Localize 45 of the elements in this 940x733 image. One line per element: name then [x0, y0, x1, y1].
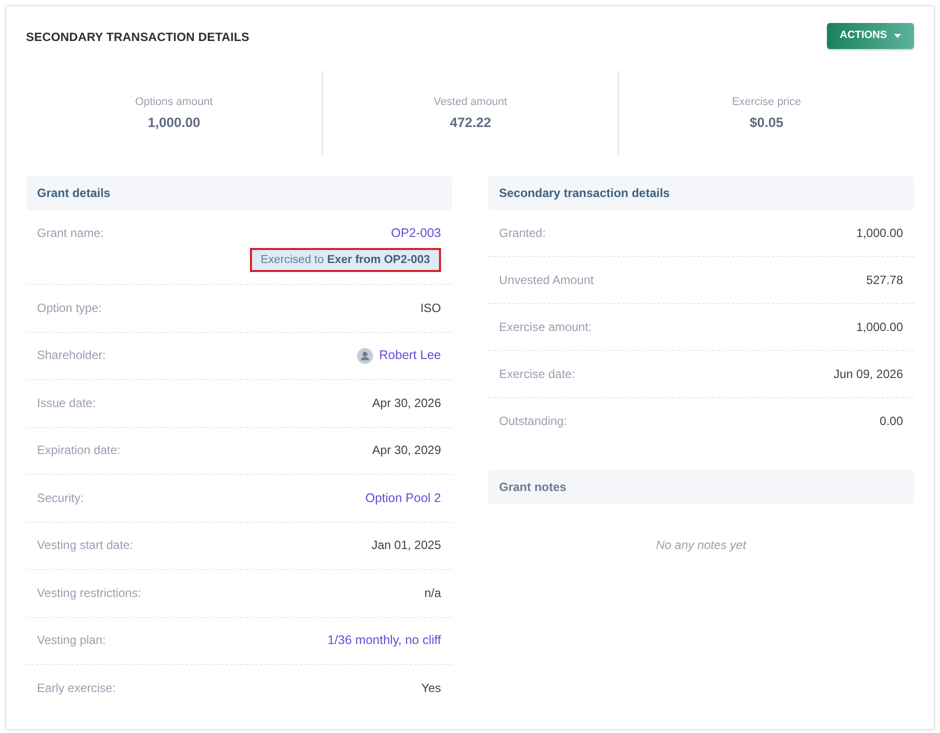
stat-label: Options amount: [135, 94, 213, 108]
field-value: Apr 30, 2029: [372, 443, 441, 458]
field-label: Unvested Amount: [499, 272, 594, 288]
empty-notes-message: No any notes yet: [656, 538, 746, 552]
section-header: Grant notes: [488, 470, 914, 504]
field-value: Yes: [421, 681, 441, 696]
value-link[interactable]: Option Pool 2: [365, 490, 441, 506]
field-value: 527.78: [866, 272, 903, 288]
field-label: Issue date:: [37, 396, 96, 411]
field-value: Jun 09, 2026: [834, 366, 903, 382]
value-link[interactable]: 1/36 monthly, no cliff: [328, 633, 441, 648]
field-label: Outstanding:: [499, 414, 568, 429]
field-value: 1,000.00: [856, 320, 903, 334]
stat-value: $0.05: [750, 114, 784, 130]
exercise-note-tag: Exercised to Exer from OP2-003: [250, 248, 441, 272]
field-label: Grant name:: [37, 226, 104, 241]
field-value: Jan 01, 2025: [372, 538, 441, 554]
field-label: Exercise amount:: [499, 320, 592, 334]
field-label: Exercise date:: [499, 366, 576, 382]
field-value: Apr 30, 2026: [372, 396, 441, 411]
field-label: Early exercise:: [37, 681, 116, 696]
avatar-icon: [357, 348, 374, 364]
actions-button[interactable]: ACTIONS: [826, 23, 914, 49]
stat-label: Vested amount: [434, 94, 508, 108]
field-label: Vesting restrictions:: [37, 586, 142, 601]
value-link[interactable]: OP2-003: [390, 226, 441, 241]
stat-value: 1,000.00: [148, 114, 200, 130]
stat-value: 472.22: [450, 114, 492, 130]
page-title: SECONDARY TRANSACTION DETAILS: [26, 29, 250, 45]
section-header: Secondary transaction details: [488, 176, 914, 210]
field-label: Vesting start date:: [37, 538, 134, 554]
caret-icon: [894, 34, 901, 38]
stat-label: Exercise price: [732, 94, 802, 108]
section-header: Grant details: [26, 176, 452, 210]
field-label: Expiration date:: [37, 443, 120, 458]
field-label: Shareholder:: [37, 348, 106, 364]
field-label: Granted:: [499, 226, 546, 240]
field-value: 1,000.00: [856, 226, 903, 240]
field-value: n/a: [424, 586, 441, 601]
field-value: ISO: [420, 300, 441, 316]
field-label: Security:: [37, 490, 84, 506]
field-label: Vesting plan:: [37, 633, 106, 648]
field-value: 0.00: [880, 414, 903, 429]
person-link[interactable]: Robert Lee: [379, 348, 441, 364]
field-label: Option type:: [37, 300, 102, 316]
